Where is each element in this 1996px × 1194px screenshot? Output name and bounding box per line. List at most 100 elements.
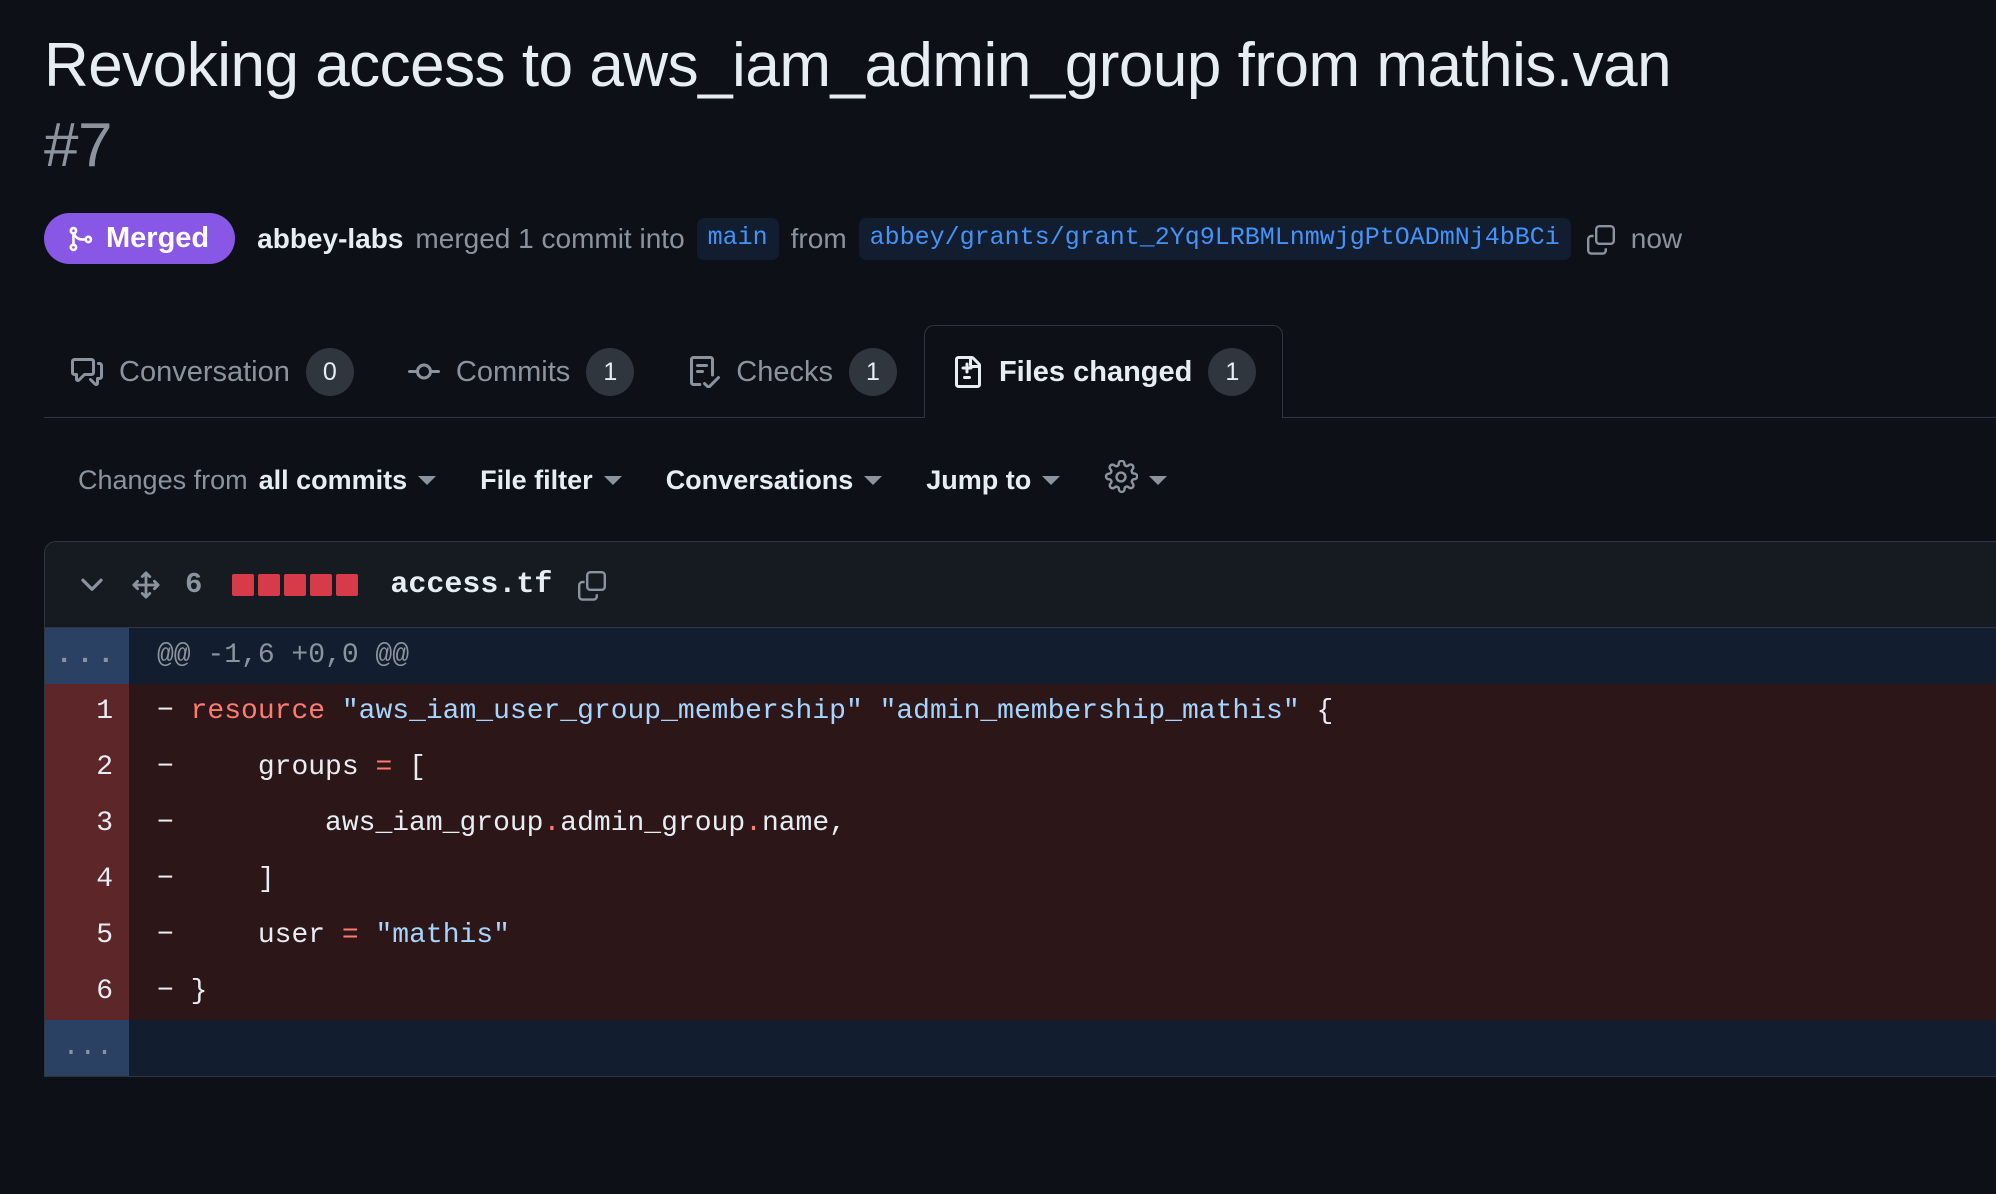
status-badge-label: Merged bbox=[106, 222, 210, 255]
conversations-dropdown[interactable]: Conversations bbox=[666, 465, 883, 496]
file-filter-dropdown[interactable]: File filter bbox=[480, 465, 622, 496]
merge-verb-1: merged 1 commit into bbox=[415, 222, 685, 254]
diff-table: ... @@ -1,6 +0,0 @@ 1 − resource "aws_ia… bbox=[45, 628, 1996, 1077]
tab-conversation-label: Conversation bbox=[119, 355, 290, 388]
diff-line-content[interactable]: − } bbox=[129, 964, 1996, 1021]
line-number: 4 bbox=[45, 852, 129, 909]
code-token: "mathis" bbox=[375, 920, 510, 952]
line-number: 5 bbox=[45, 908, 129, 965]
tab-checks[interactable]: Checks 1 bbox=[661, 325, 924, 418]
checklist-icon bbox=[688, 356, 721, 389]
line-number: 2 bbox=[45, 740, 129, 797]
merge-author[interactable]: abbey-labs bbox=[257, 224, 403, 253]
code-token: = bbox=[341, 920, 359, 952]
pr-title-text: Revoking access to aws_iam_admin_group f… bbox=[44, 31, 1672, 100]
diff-line-row: 3 − aws_iam_group.admin_group.name, bbox=[45, 796, 1996, 853]
diff-line-row: 1 − resource "aws_iam_user_group_members… bbox=[45, 684, 1996, 741]
expand-hunk-button-bottom[interactable]: ... bbox=[45, 1020, 129, 1077]
diff-marker: − bbox=[157, 696, 174, 728]
chevron-down-icon bbox=[603, 476, 622, 486]
diff-body: ... @@ -1,6 +0,0 @@ 1 − resource "aws_ia… bbox=[45, 628, 1996, 1077]
diff-line-content[interactable]: − groups = [ bbox=[129, 740, 1996, 797]
diff-expand-row: ... bbox=[45, 1020, 1996, 1077]
git-commit-icon bbox=[407, 356, 440, 388]
expand-row-filler bbox=[129, 1020, 1996, 1077]
pr-state-row: Merged abbey-labs merged 1 commit into m… bbox=[0, 213, 1996, 265]
tab-commits-count: 1 bbox=[586, 348, 635, 397]
hunk-header-text: @@ -1,6 +0,0 @@ bbox=[129, 628, 1996, 685]
pr-number: #7 bbox=[44, 110, 112, 180]
diff-line-content[interactable]: − resource "aws_iam_user_group_membershi… bbox=[129, 684, 1996, 741]
tab-files-changed-count: 1 bbox=[1208, 348, 1257, 397]
diff-line-row: 6 − } bbox=[45, 964, 1996, 1021]
head-branch-chip[interactable]: abbey/grants/grant_2Yq9LRBMLnmwjgPtOADmN… bbox=[858, 217, 1571, 260]
diff-move-icon[interactable] bbox=[131, 570, 161, 600]
changes-from-prefix: Changes from bbox=[78, 465, 248, 496]
line-number: 1 bbox=[45, 684, 129, 741]
code-token: ] bbox=[190, 864, 275, 896]
code-token: "admin_membership_mathis" bbox=[879, 696, 1300, 728]
file-name[interactable]: access.tf bbox=[390, 568, 552, 602]
diffstat-block bbox=[258, 573, 281, 596]
file-filter-label: File filter bbox=[480, 465, 593, 496]
code-token: user bbox=[190, 920, 342, 952]
line-number: 3 bbox=[45, 796, 129, 853]
diff-hunk-header-row: ... @@ -1,6 +0,0 @@ bbox=[45, 628, 1996, 685]
tab-files-changed[interactable]: Files changed 1 bbox=[923, 325, 1284, 420]
diffstat-block bbox=[310, 573, 333, 596]
tab-commits[interactable]: Commits 1 bbox=[381, 325, 661, 418]
diff-line-content[interactable]: − aws_iam_group.admin_group.name, bbox=[129, 796, 1996, 853]
jump-to-dropdown[interactable]: Jump to bbox=[926, 465, 1061, 496]
comment-discussion-icon bbox=[71, 356, 103, 388]
diff-change-count: 6 bbox=[185, 568, 203, 602]
file-diff-container: 6 access.tf ... @@ -1,6 +0,0 @@ 1 − reso… bbox=[44, 541, 1996, 1078]
tab-conversation[interactable]: Conversation 0 bbox=[44, 325, 381, 418]
merge-summary: abbey-labs merged 1 commit into main fro… bbox=[257, 217, 1683, 260]
code-token: name, bbox=[761, 808, 846, 840]
chevron-down-icon[interactable] bbox=[75, 568, 109, 602]
copy-path-icon[interactable] bbox=[574, 569, 610, 601]
code-token: } bbox=[190, 976, 208, 1008]
merge-verb-2: from bbox=[790, 222, 847, 254]
code-token: "aws_iam_user_group_membership" bbox=[341, 696, 863, 728]
tab-checks-count: 1 bbox=[848, 348, 897, 397]
diff-line-row: 4 − ] bbox=[45, 852, 1996, 909]
diffstat-blocks bbox=[232, 573, 359, 596]
code-token: = bbox=[375, 752, 393, 784]
diff-settings-dropdown[interactable] bbox=[1104, 459, 1168, 501]
code-token: . bbox=[543, 808, 561, 840]
gear-icon bbox=[1104, 459, 1139, 501]
status-badge: Merged bbox=[44, 213, 236, 265]
git-merge-icon bbox=[66, 225, 94, 253]
file-diff-icon bbox=[951, 356, 983, 389]
diff-line-content[interactable]: − user = "mathis" bbox=[129, 908, 1996, 965]
diff-marker: − bbox=[157, 920, 174, 952]
tab-checks-label: Checks bbox=[736, 355, 833, 388]
diff-marker: − bbox=[157, 864, 174, 896]
jump-to-label: Jump to bbox=[926, 465, 1032, 496]
diff-line-content[interactable]: − ] bbox=[129, 852, 1996, 909]
diff-subtoolbar: Changes from all commits File filter Con… bbox=[0, 459, 1996, 501]
chevron-down-icon bbox=[1042, 476, 1061, 486]
code-token: aws_iam_group bbox=[190, 808, 544, 840]
diffstat-block bbox=[336, 573, 359, 596]
expand-hunk-button[interactable]: ... bbox=[45, 628, 129, 685]
diff-line-row: 5 − user = "mathis" bbox=[45, 908, 1996, 965]
page-title: Revoking access to aws_iam_admin_group f… bbox=[0, 0, 1996, 183]
file-header: 6 access.tf bbox=[45, 542, 1996, 629]
copy-branch-icon[interactable] bbox=[1583, 223, 1619, 255]
code-token: [ bbox=[392, 752, 426, 784]
base-branch-chip[interactable]: main bbox=[696, 217, 779, 260]
changes-from-dropdown[interactable]: Changes from all commits bbox=[78, 465, 437, 496]
relative-time: now bbox=[1630, 222, 1683, 254]
line-number: 6 bbox=[45, 964, 129, 1021]
code-token: . bbox=[745, 808, 762, 840]
chevron-down-icon bbox=[418, 476, 437, 486]
diff-line-row: 2 − groups = [ bbox=[45, 740, 1996, 797]
pr-tabnav: Conversation 0 Commits 1 Checks 1 Files … bbox=[0, 320, 1996, 420]
code-token: groups bbox=[190, 752, 376, 784]
diffstat-block bbox=[232, 573, 255, 596]
